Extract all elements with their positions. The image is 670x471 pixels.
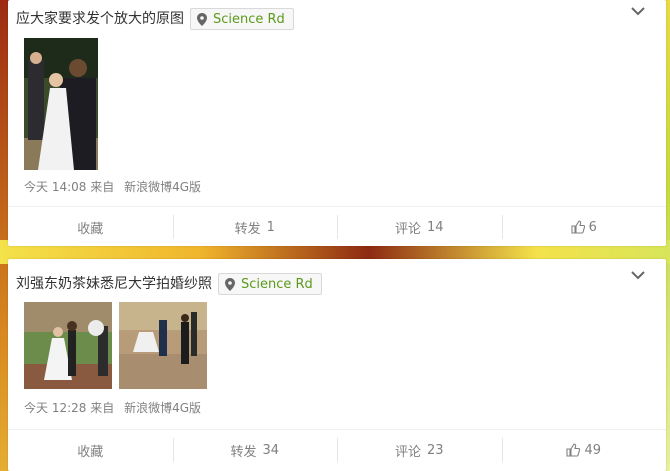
post-time: 今天 12:28 [24,401,87,415]
comment-count: 14 [426,219,444,235]
favorite-button[interactable]: 收藏 [8,430,173,470]
post-header: 刘强东奶茶妹悉尼大学拍婚纱照 Science Rd [16,273,322,295]
post-text: 应大家要求发个放大的原图 [16,11,184,27]
repost-label: 转发 [234,221,261,237]
repost-count: 34 [262,442,280,458]
thumbs-up-icon [571,220,585,234]
map-pin-icon [197,12,207,26]
post-image[interactable] [24,38,98,170]
map-pin-icon [225,277,235,291]
favorite-label: 收藏 [77,444,104,460]
like-button[interactable]: 6 [501,207,667,247]
source-prefix: 来自 [90,180,115,194]
comment-button[interactable]: 评论 14 [337,207,502,247]
post-image[interactable] [24,302,112,389]
comment-label: 评论 [394,221,421,237]
like-count: 6 [588,219,597,235]
like-button[interactable]: 49 [501,430,667,470]
repost-button[interactable]: 转发 34 [172,430,338,470]
post-meta: 今天 14:08 来自 新浪微博4G版 [24,178,201,195]
post-time: 今天 14:08 [24,180,87,194]
source-prefix: 来自 [90,401,115,415]
post-source[interactable]: 新浪微博4G版 [124,180,201,194]
post-header: 应大家要求发个放大的原图 Science Rd [16,8,294,30]
favorite-label: 收藏 [77,221,104,237]
location-tag[interactable]: Science Rd [190,8,294,30]
action-bar: 收藏 转发 34 评论 23 49 [8,429,666,470]
repost-count: 1 [266,219,275,235]
comment-button[interactable]: 评论 23 [337,430,502,470]
post-text: 刘强东奶茶妹悉尼大学拍婚纱照 [16,276,212,292]
weibo-post-card: 今天 14:08 来自 新浪微博4G版 收藏 转发 1 评论 14 6 [8,0,666,246]
location-tag[interactable]: Science Rd [218,273,322,295]
location-label: Science Rd [241,276,313,292]
comment-count: 23 [426,442,444,458]
post-image[interactable] [119,302,207,389]
post-source[interactable]: 新浪微博4G版 [124,401,201,415]
action-bar: 收藏 转发 1 评论 14 6 [8,206,666,247]
favorite-button[interactable]: 收藏 [8,207,173,247]
repost-button[interactable]: 转发 1 [172,207,338,247]
post-meta: 今天 12:28 来自 新浪微博4G版 [24,399,201,416]
chevron-down-icon[interactable] [630,270,646,280]
like-count: 49 [584,442,602,458]
chevron-down-icon[interactable] [630,6,646,16]
location-label: Science Rd [213,11,285,27]
repost-label: 转发 [230,444,257,460]
comment-label: 评论 [394,444,421,460]
thumbs-up-icon [566,443,581,457]
